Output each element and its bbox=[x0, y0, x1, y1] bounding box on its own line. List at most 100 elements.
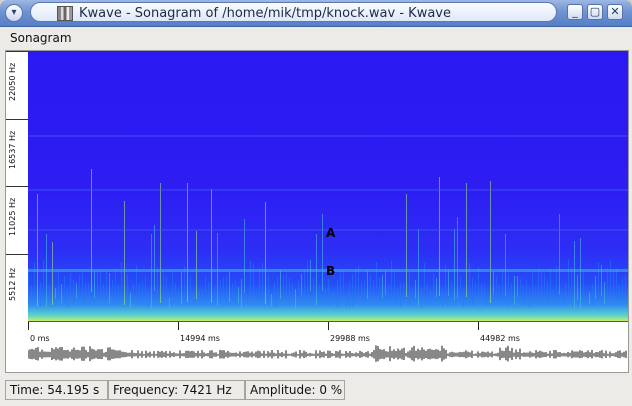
spectrogram-energy-mark bbox=[346, 293, 347, 308]
title-bar-pill[interactable]: Kwave - Sonagram of /home/mik/tmp/knock.… bbox=[30, 2, 557, 22]
spectrogram-energy-mark bbox=[238, 287, 239, 303]
spectrogram-energy-mark bbox=[451, 281, 452, 292]
spectrogram-energy-mark bbox=[85, 282, 86, 306]
spectrogram-energy-mark bbox=[625, 276, 626, 299]
spectrogram-energy-mark bbox=[580, 238, 581, 308]
spectrogram-energy-mark bbox=[475, 282, 476, 298]
spectrogram-energy-mark bbox=[373, 280, 374, 295]
spectrogram-energy-mark bbox=[313, 278, 314, 296]
time-tick bbox=[478, 322, 479, 330]
spectrogram-energy-mark bbox=[604, 282, 605, 304]
spectrogram-energy-mark bbox=[502, 269, 503, 301]
spectrogram-energy-mark bbox=[376, 262, 377, 291]
minimize-button[interactable]: _ bbox=[567, 4, 583, 20]
spectrogram-energy-mark bbox=[490, 181, 491, 303]
spectrogram-energy-mark bbox=[49, 284, 50, 300]
spectrogram-energy-mark bbox=[397, 288, 398, 305]
frequency-tick bbox=[6, 254, 28, 255]
spectrogram-energy-mark bbox=[598, 262, 599, 295]
frequency-label: 16537 Hz bbox=[8, 130, 17, 169]
kwave-app-icon bbox=[57, 6, 73, 21]
spectrogram-energy-mark bbox=[523, 284, 524, 306]
spectrogram-energy-mark bbox=[163, 274, 164, 301]
spectrogram-energy-mark bbox=[232, 283, 233, 303]
spectrogram-energy-mark bbox=[88, 283, 89, 296]
spectrogram-energy-mark bbox=[103, 284, 104, 299]
spectrogram-energy-mark bbox=[262, 263, 263, 293]
spectrogram-energy-mark bbox=[301, 274, 302, 295]
spectrogram-energy-mark bbox=[565, 283, 566, 304]
spectrogram-energy-mark bbox=[385, 271, 386, 295]
spectrogram-energy-mark bbox=[559, 214, 560, 295]
frequency-label: 22050 Hz bbox=[8, 62, 17, 101]
frequency-tick bbox=[6, 119, 28, 120]
spectrogram-energy-mark bbox=[439, 177, 440, 296]
spectrogram-energy-mark bbox=[37, 194, 38, 306]
spectrogram-energy-mark bbox=[532, 271, 533, 296]
spectrogram-energy-mark bbox=[289, 278, 290, 305]
spectrogram-energy-mark bbox=[529, 289, 530, 308]
spectrogram-marker-a: A bbox=[326, 226, 336, 240]
spectrogram-energy-mark bbox=[415, 280, 416, 298]
frequency-label: 5512 Hz bbox=[8, 267, 17, 301]
spectrogram-energy-mark bbox=[205, 276, 206, 292]
spectrogram-energy-mark bbox=[337, 280, 338, 308]
spectrogram-energy-mark bbox=[553, 290, 554, 302]
spectrogram-frequency-band bbox=[28, 135, 628, 137]
spectrogram-energy-mark bbox=[505, 234, 506, 296]
spectrogram-energy-mark bbox=[460, 276, 461, 298]
spectrogram-energy-mark bbox=[574, 241, 575, 308]
title-bar[interactable]: ▾ Kwave - Sonagram of /home/mik/tmp/knoc… bbox=[0, 0, 632, 27]
spectrogram-energy-mark bbox=[142, 280, 143, 303]
spectrogram-energy-mark bbox=[427, 284, 428, 305]
spectrogram-energy-mark bbox=[112, 280, 113, 293]
close-icon: ✕ bbox=[610, 5, 620, 18]
spectrogram-energy-mark bbox=[454, 229, 455, 300]
spectrogram-energy-mark bbox=[469, 263, 470, 292]
spectrogram-energy-mark bbox=[79, 275, 80, 291]
menu-item-sonagram[interactable]: Sonagram bbox=[10, 31, 72, 45]
spectrogram-energy-mark bbox=[199, 291, 200, 301]
spectrogram-energy-mark bbox=[256, 289, 257, 301]
spectrogram-energy-mark bbox=[172, 270, 173, 296]
spectrogram-energy-mark bbox=[70, 273, 71, 294]
time-axis: 0 ms 14994 ms 29988 ms 44982 ms bbox=[28, 321, 628, 345]
spectrogram-energy-mark bbox=[544, 273, 545, 298]
spectrogram-energy-mark bbox=[433, 273, 434, 301]
spectrogram-energy-mark bbox=[265, 202, 266, 304]
spectrogram-energy-mark bbox=[145, 276, 146, 295]
spectrogram-energy-mark bbox=[334, 290, 335, 304]
spectrogram-energy-mark bbox=[40, 282, 41, 306]
spectrogram-energy-mark bbox=[484, 283, 485, 301]
spectrogram-energy-mark bbox=[211, 189, 212, 303]
spectrogram-energy-mark bbox=[259, 268, 260, 301]
spectrogram-energy-mark bbox=[58, 270, 59, 300]
spectrogram-energy-mark bbox=[187, 183, 188, 302]
spectrogram-energy-mark bbox=[133, 284, 134, 300]
spectrogram-energy-mark bbox=[82, 273, 83, 306]
time-tick bbox=[28, 322, 29, 330]
spectrogram-energy-mark bbox=[328, 279, 329, 306]
spectrogram-energy-mark bbox=[148, 292, 149, 307]
spectrogram-energy-mark bbox=[166, 276, 167, 297]
maximize-button[interactable]: ▢ bbox=[587, 4, 603, 20]
spectrogram-energy-mark bbox=[463, 290, 464, 307]
spectrogram-energy-mark bbox=[220, 280, 221, 304]
spectrogram-energy-mark bbox=[361, 281, 362, 292]
spectrogram-energy-mark bbox=[175, 283, 176, 299]
waveform-overview[interactable] bbox=[27, 344, 628, 366]
time-label: 14994 ms bbox=[180, 334, 220, 343]
spectrogram-energy-mark bbox=[94, 271, 95, 298]
spectrogram-energy-mark bbox=[202, 290, 203, 301]
close-button[interactable]: ✕ bbox=[607, 4, 623, 20]
spectrogram-energy-mark bbox=[136, 265, 137, 291]
spectrogram-image[interactable]: A B bbox=[28, 51, 628, 321]
spectrogram-energy-mark bbox=[304, 269, 305, 297]
spectrogram-energy-mark bbox=[118, 284, 119, 304]
spectrogram-energy-mark bbox=[448, 270, 449, 296]
window-menu-button[interactable]: ▾ bbox=[5, 4, 23, 22]
spectrogram-energy-mark bbox=[235, 281, 236, 304]
spectrogram-energy-mark bbox=[355, 268, 356, 302]
spectrogram-energy-mark bbox=[325, 288, 326, 304]
spectrogram-energy-mark bbox=[292, 283, 293, 295]
